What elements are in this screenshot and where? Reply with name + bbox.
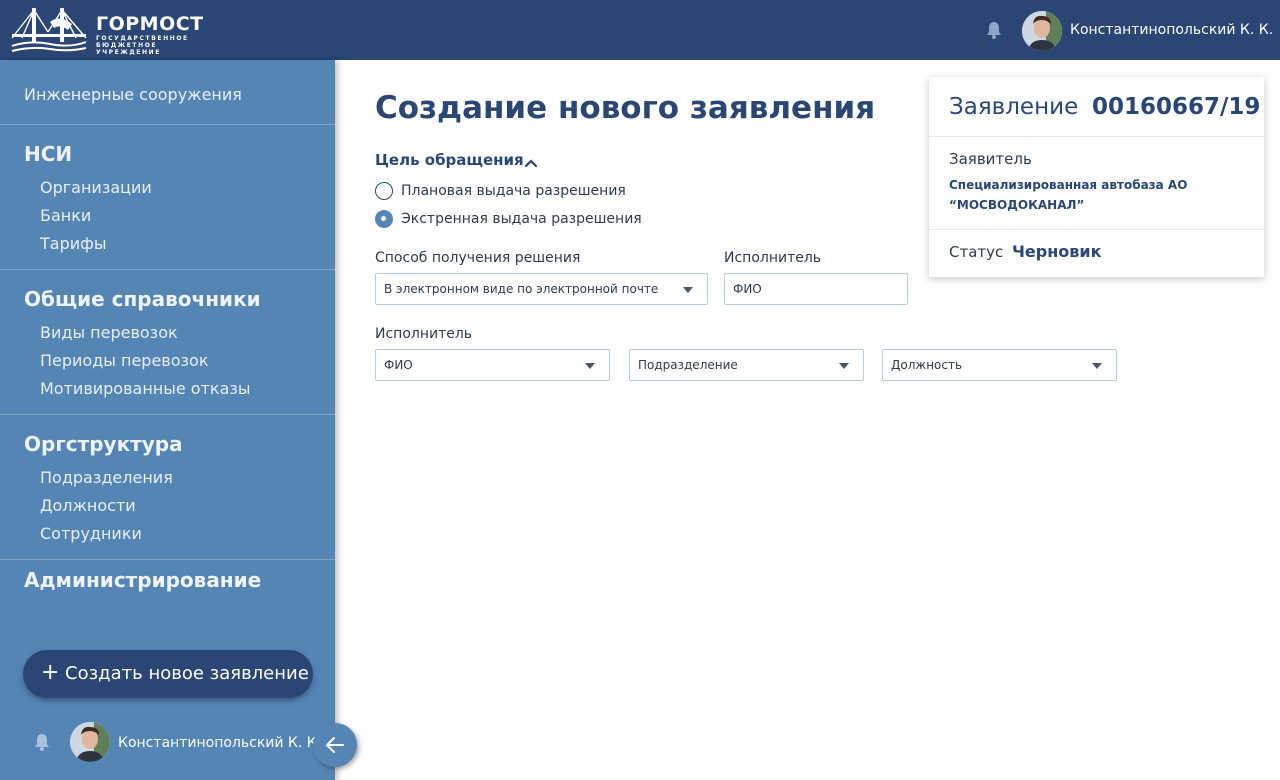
create-application-label: Создать новое заявление bbox=[65, 663, 309, 684]
collapse-sidebar-button[interactable] bbox=[313, 723, 357, 767]
sidebar-section-nsi[interactable]: НСИ bbox=[24, 142, 72, 166]
radio-planned[interactable]: Плановая выдача разрешения bbox=[375, 182, 635, 202]
executor-fio-select[interactable]: ФИО bbox=[375, 349, 610, 381]
sidebar-section-orgstructure[interactable]: Оргструктура bbox=[24, 432, 183, 456]
divider bbox=[929, 229, 1264, 230]
department-select[interactable]: Подразделение bbox=[629, 349, 864, 381]
applicant-label: Заявитель bbox=[949, 150, 1032, 168]
receive-method-label: Способ получения решения bbox=[375, 250, 581, 266]
avatar[interactable] bbox=[1022, 11, 1062, 51]
gormost-logo[interactable]: ГОРМОСТ ГОСУДАРСТВЕННОЕ БЮДЖЕТНОЕ УЧРЕЖД… bbox=[10, 4, 203, 56]
chevron-down-icon bbox=[1092, 363, 1102, 369]
receive-method-select[interactable]: В электронном виде по электронной почте bbox=[375, 273, 708, 305]
sidebar-item-employees[interactable]: Сотрудники bbox=[40, 524, 142, 543]
sidebar: Инженерные сооружения НСИ Организации Ба… bbox=[0, 60, 357, 780]
department-value: Подразделение bbox=[638, 358, 738, 372]
radio-label: Экстренная выдача разрешения bbox=[401, 211, 642, 227]
position-select[interactable]: Должность bbox=[882, 349, 1117, 381]
position-value: Должность bbox=[891, 358, 963, 372]
sidebar-item-transport-periods[interactable]: Периоды перевозок bbox=[40, 351, 208, 370]
chevron-down-icon bbox=[683, 287, 693, 293]
sidebar-section-references[interactable]: Общие справочники bbox=[24, 287, 261, 311]
sidebar-item-refusals[interactable]: Мотивированные отказы bbox=[40, 379, 251, 398]
bell-icon[interactable] bbox=[32, 732, 52, 752]
sidebar-item-departments[interactable]: Подразделения bbox=[40, 468, 173, 487]
radio-label: Плановая выдача разрешения bbox=[401, 183, 626, 199]
sidebar-user-name[interactable]: Константинопольский К. К. bbox=[118, 735, 321, 751]
logo-title: ГОРМОСТ bbox=[96, 13, 204, 35]
chevron-down-icon bbox=[839, 363, 849, 369]
executor-label: Исполнитель bbox=[375, 326, 473, 342]
application-info-card: Заявление 00160667/19 Заявитель Специали… bbox=[929, 77, 1264, 277]
sidebar-item-organizations[interactable]: Организации bbox=[40, 178, 152, 197]
sidebar-item-tariffs[interactable]: Тарифы bbox=[40, 234, 106, 253]
divider bbox=[0, 559, 335, 560]
status-badge: Черновик bbox=[1012, 242, 1102, 261]
divider bbox=[0, 124, 335, 125]
executor-fio-input[interactable]: ФИО bbox=[724, 273, 908, 305]
sidebar-item-transport-types[interactable]: Виды перевозок bbox=[40, 323, 178, 342]
divider bbox=[0, 414, 335, 415]
card-title: Заявление bbox=[949, 94, 1079, 120]
create-application-button[interactable]: + Создать новое заявление bbox=[23, 650, 313, 698]
top-bar: ГОРМОСТ ГОСУДАРСТВЕННОЕ БЮДЖЕТНОЕ УЧРЕЖД… bbox=[0, 0, 1280, 60]
divider bbox=[929, 136, 1264, 137]
receive-method-value: В электронном виде по электронной почте bbox=[384, 282, 659, 296]
radio-emergency[interactable]: Экстренная выдача разрешения bbox=[375, 210, 642, 230]
executor-top-label: Исполнитель bbox=[724, 250, 822, 266]
purpose-section-title[interactable]: Цель обращения bbox=[375, 151, 524, 169]
page-title: Создание нового заявления bbox=[375, 90, 876, 126]
plus-icon: + bbox=[41, 660, 60, 685]
bell-icon[interactable] bbox=[984, 20, 1004, 40]
sidebar-item-positions[interactable]: Должности bbox=[40, 496, 136, 515]
status-label: Статус bbox=[949, 243, 1004, 261]
chevron-down-icon bbox=[585, 363, 595, 369]
executor-fio-placeholder: ФИО bbox=[733, 282, 762, 296]
avatar[interactable] bbox=[70, 722, 110, 762]
divider bbox=[0, 269, 335, 270]
user-name[interactable]: Константинопольский К. К. bbox=[1070, 22, 1273, 38]
radio-button-checked[interactable] bbox=[375, 210, 393, 228]
sidebar-item-engineering[interactable]: Инженерные сооружения bbox=[24, 85, 242, 104]
application-number: 00160667/19 bbox=[1092, 94, 1261, 120]
executor-fio-value: ФИО bbox=[384, 358, 413, 372]
bridge-logo-icon bbox=[10, 4, 88, 56]
applicant-name: Специализированная автобаза АО “МОСВОДОК… bbox=[949, 178, 1188, 212]
sidebar-section-administration[interactable]: Администрирование bbox=[24, 568, 261, 592]
radio-button[interactable] bbox=[375, 182, 393, 200]
chevron-up-icon[interactable] bbox=[524, 154, 538, 168]
arrow-left-icon bbox=[326, 737, 344, 753]
logo-subtitle: ГОСУДАРСТВЕННОЕ БЮДЖЕТНОЕ УЧРЕЖДЕНИЕ bbox=[96, 35, 189, 56]
sidebar-item-banks[interactable]: Банки bbox=[40, 206, 91, 225]
